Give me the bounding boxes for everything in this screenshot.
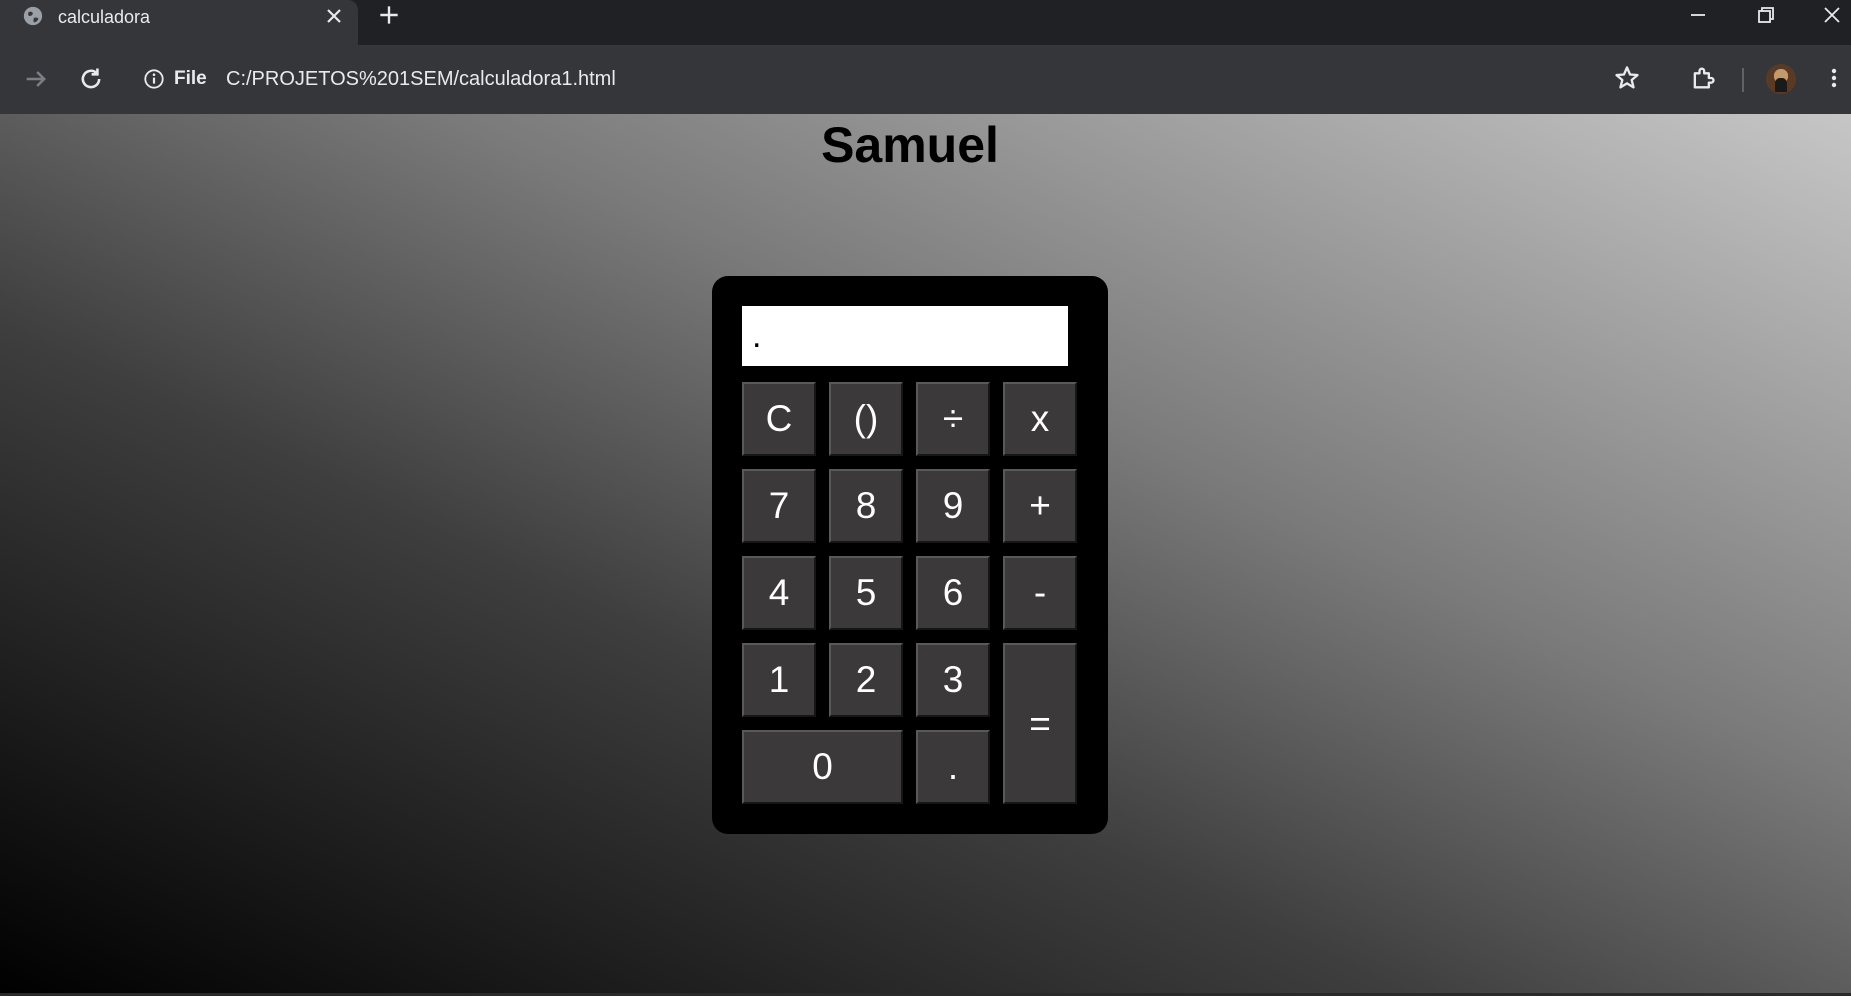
digit-8-button[interactable]: 8 xyxy=(829,469,903,543)
calculator-display[interactable] xyxy=(742,306,1068,366)
extensions-icon[interactable] xyxy=(1689,64,1717,92)
calculator: C () ÷ x 7 8 9 + 4 5 6 - 1 2 3 = 0 . xyxy=(712,276,1108,834)
toolbar-divider xyxy=(1742,68,1744,92)
minimize-icon xyxy=(1691,14,1705,16)
divide-button[interactable]: ÷ xyxy=(916,382,990,456)
reload-icon[interactable] xyxy=(77,65,105,93)
decimal-button[interactable]: . xyxy=(916,730,990,804)
forward-arrow-icon[interactable] xyxy=(22,65,50,93)
digit-9-button[interactable]: 9 xyxy=(916,469,990,543)
globe-icon xyxy=(23,6,43,26)
equals-button[interactable]: = xyxy=(1003,643,1077,804)
digit-3-button[interactable]: 3 xyxy=(916,643,990,717)
site-info-label: File xyxy=(174,68,207,89)
multiply-button[interactable]: x xyxy=(1003,382,1077,456)
browser-toolbar: File C:/PROJETOS%201SEM/calculadora1.htm… xyxy=(0,45,1851,114)
avatar[interactable] xyxy=(1766,64,1796,94)
digit-4-button[interactable]: 4 xyxy=(742,556,816,630)
window-close-icon xyxy=(1824,7,1840,23)
minimize-button[interactable] xyxy=(1668,0,1728,30)
page-content: Samuel C () ÷ x 7 8 9 + 4 5 6 - 1 2 3 = … xyxy=(0,114,1851,996)
close-icon[interactable] xyxy=(322,4,346,28)
info-icon xyxy=(144,69,164,89)
plus-button[interactable]: + xyxy=(1003,469,1077,543)
star-icon[interactable] xyxy=(1613,64,1641,92)
digit-0-button[interactable]: 0 xyxy=(742,730,903,804)
restore-icon xyxy=(1758,7,1774,23)
digit-5-button[interactable]: 5 xyxy=(829,556,903,630)
tab-strip: calculadora xyxy=(0,0,1851,45)
digit-7-button[interactable]: 7 xyxy=(742,469,816,543)
restore-button[interactable] xyxy=(1736,0,1796,30)
tab-title: calculadora xyxy=(58,7,151,27)
digit-1-button[interactable]: 1 xyxy=(742,643,816,717)
window-close-button[interactable] xyxy=(1802,0,1851,30)
browser-tab[interactable]: calculadora xyxy=(0,0,358,45)
plus-icon[interactable] xyxy=(376,2,402,28)
digit-2-button[interactable]: 2 xyxy=(829,643,903,717)
digit-6-button[interactable]: 6 xyxy=(916,556,990,630)
minus-button[interactable]: - xyxy=(1003,556,1077,630)
more-vert-icon[interactable] xyxy=(1825,64,1843,92)
page-title: Samuel xyxy=(821,117,999,173)
parens-button[interactable]: () xyxy=(829,382,903,456)
address-bar[interactable]: C:/PROJETOS%201SEM/calculadora1.html xyxy=(226,68,616,91)
clear-button[interactable]: C xyxy=(742,382,816,456)
